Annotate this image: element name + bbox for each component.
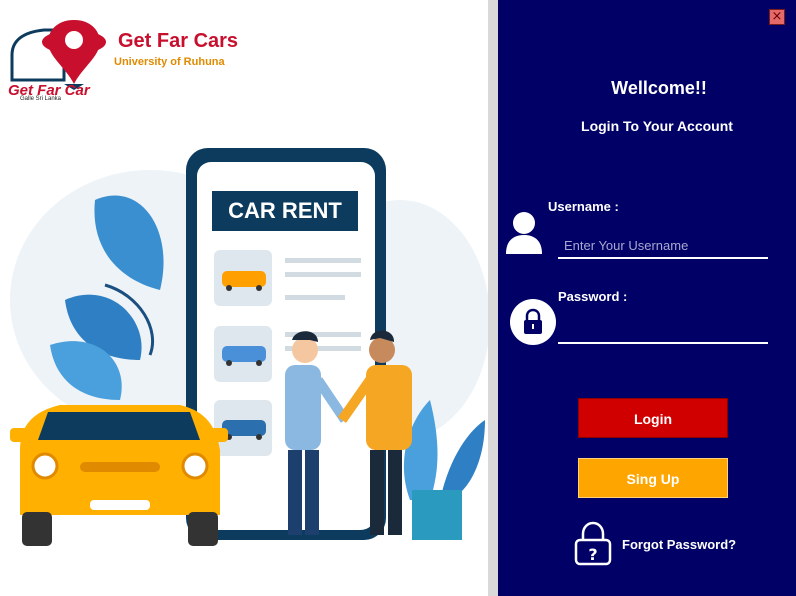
forgot-password-link[interactable]: Forgot Password?	[622, 537, 736, 552]
svg-text:?: ?	[588, 545, 597, 564]
question-lock-icon: ?	[574, 521, 612, 566]
user-icon	[506, 212, 542, 254]
brand-subtitle: University of Ruhuna	[114, 56, 225, 68]
welcome-heading: Wellcome!!	[611, 78, 707, 98]
login-subtitle: Login To Your Account	[581, 118, 733, 134]
illustration-panel: Get Far Cars University of Ruhuna Get Fa…	[0, 0, 488, 596]
brand-title: Get Far Cars	[118, 30, 239, 52]
logo-location: Galle Sri Lanka	[20, 96, 62, 102]
signup-button[interactable]: Sing Up	[578, 458, 728, 498]
password-label: Password :	[558, 289, 628, 304]
close-icon[interactable]: ×	[769, 9, 785, 25]
password-input[interactable]	[558, 318, 768, 344]
username-label: Username :	[548, 199, 619, 214]
car-rent-sign: CAR RENT	[212, 191, 358, 231]
panel-divider	[488, 0, 498, 596]
login-button[interactable]: Login	[578, 398, 728, 438]
location-pin-icon	[10, 20, 106, 90]
lock-icon	[510, 299, 556, 345]
username-input[interactable]	[558, 233, 768, 259]
